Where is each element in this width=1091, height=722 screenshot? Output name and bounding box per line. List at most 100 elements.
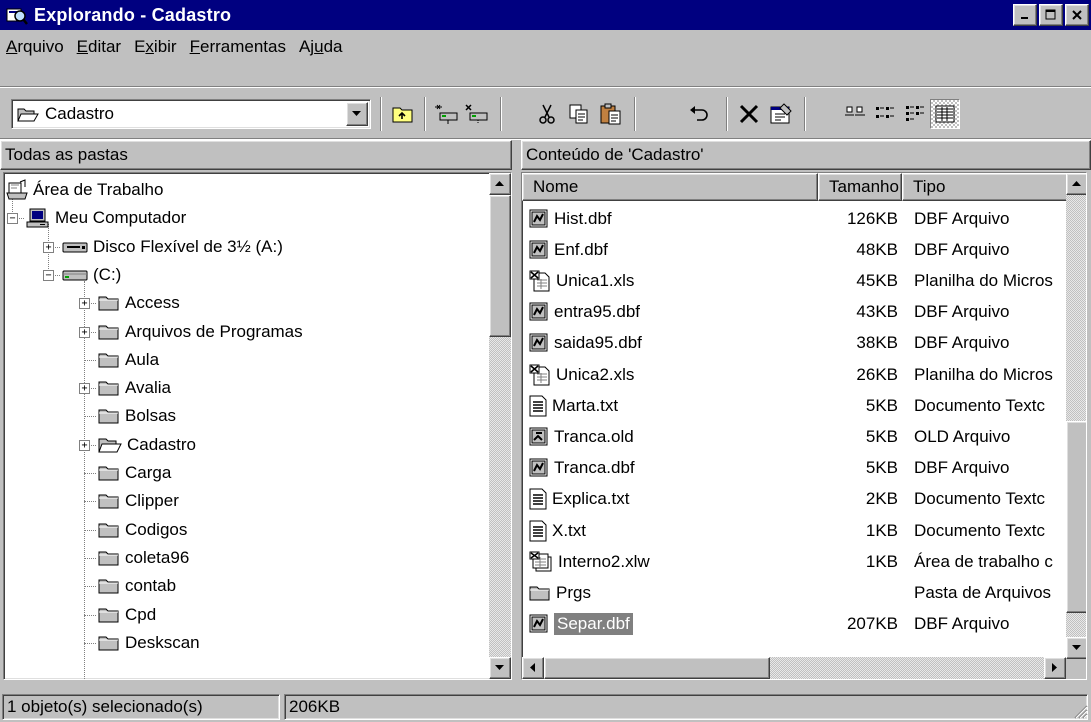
file-row[interactable]: Unica1.xls 45KB Planilha do Micros bbox=[522, 265, 1066, 296]
expand-icon[interactable]: + bbox=[43, 241, 54, 253]
tree-item[interactable]: Carga bbox=[98, 459, 171, 487]
tree-scroll-up-button[interactable] bbox=[489, 173, 511, 195]
column-header-name[interactable]: Nome bbox=[522, 173, 818, 201]
collapse-icon[interactable]: − bbox=[7, 213, 18, 225]
tree-item[interactable]: Cadastro bbox=[98, 431, 196, 459]
column-header-size[interactable]: Tamanho bbox=[818, 173, 902, 201]
menu-item-arquivo[interactable]: Arquivo bbox=[6, 37, 64, 57]
tree-item[interactable]: coleta96 bbox=[98, 544, 189, 572]
tree-item[interactable]: Área de Trabalho bbox=[6, 176, 163, 204]
tree-item-label: Disco Flexível de 3½ (A:) bbox=[93, 236, 283, 256]
folder-tree-pane[interactable]: Área de Trabalho Meu Computador − Disco Fle… bbox=[3, 172, 512, 680]
file-row[interactable]: Explica.txt 2KB Documento Textc bbox=[522, 484, 1066, 515]
address-combo[interactable]: Cadastro bbox=[11, 99, 371, 129]
title-bar[interactable]: Explorando - Cadastro bbox=[0, 0, 1091, 30]
tree-item[interactable]: Arquivos de Programas bbox=[98, 318, 303, 346]
close-button[interactable] bbox=[1065, 4, 1089, 26]
menu-item-exibir[interactable]: Exibir bbox=[134, 37, 177, 57]
expand-icon[interactable]: + bbox=[79, 326, 90, 338]
menu-item-editar[interactable]: Editar bbox=[77, 37, 121, 57]
tree-vertical-scrollbar[interactable] bbox=[489, 173, 511, 679]
list-hscroll-thumb[interactable] bbox=[544, 657, 770, 679]
list-scroll-right-button[interactable] bbox=[1044, 657, 1066, 679]
delete-x-icon bbox=[739, 104, 759, 124]
file-row[interactable]: Tranca.dbf 5KB DBF Arquivo bbox=[522, 453, 1066, 484]
tree-item[interactable]: Cpd bbox=[98, 601, 156, 629]
file-row[interactable]: entra95.dbf 43KB DBF Arquivo bbox=[522, 297, 1066, 328]
copy-button[interactable] bbox=[564, 99, 594, 129]
tree-item[interactable]: Avalia bbox=[98, 374, 171, 402]
file-row[interactable]: Interno2.xlw 1KB Área de trabalho c bbox=[522, 546, 1066, 577]
toolbar-separator bbox=[424, 97, 426, 131]
menu-item-ferramentas[interactable]: Ferramentas bbox=[190, 37, 286, 57]
list-vertical-scrollbar[interactable] bbox=[1066, 173, 1086, 659]
maximize-button[interactable] bbox=[1039, 4, 1063, 26]
minimize-button[interactable] bbox=[1013, 4, 1037, 26]
tree-item[interactable]: Clipper bbox=[98, 487, 179, 515]
small-icons-icon bbox=[876, 107, 894, 118]
file-row[interactable]: Hist.dbf 126KB DBF Arquivo bbox=[522, 203, 1066, 234]
file-row[interactable]: Tranca.old 5KB OLD Arquivo bbox=[522, 421, 1066, 452]
large-icons-button[interactable] bbox=[840, 99, 870, 129]
file-size: 45KB bbox=[856, 270, 898, 290]
open-folder-icon bbox=[17, 108, 39, 122]
disconnect-drive-button[interactable] bbox=[462, 99, 492, 129]
resize-grip-icon[interactable] bbox=[1072, 703, 1088, 719]
hard-drive-icon bbox=[62, 267, 88, 283]
tree-item[interactable]: Access bbox=[98, 289, 180, 317]
tree-item-label: Deskscan bbox=[125, 632, 200, 652]
list-scroll-up-button[interactable] bbox=[1066, 173, 1086, 195]
collapse-icon[interactable]: − bbox=[43, 269, 54, 281]
file-row-selected[interactable]: Separ.dbf 207KB DBF Arquivo bbox=[522, 609, 1066, 640]
small-icons-button[interactable] bbox=[870, 99, 900, 129]
toolbar-separator bbox=[500, 97, 502, 131]
file-row[interactable]: Marta.txt 5KB Documento Textc bbox=[522, 390, 1066, 421]
up-one-level-button[interactable] bbox=[388, 99, 418, 129]
tree-item[interactable]: Deskscan bbox=[98, 629, 200, 657]
file-row[interactable]: saida95.dbf 38KB DBF Arquivo bbox=[522, 328, 1066, 359]
tree-connector bbox=[84, 416, 96, 418]
menu-item-ajuda[interactable]: Ajuda bbox=[299, 37, 343, 57]
cut-button[interactable] bbox=[532, 99, 562, 129]
address-dropdown-button[interactable] bbox=[346, 102, 368, 126]
file-row[interactable]: Prgs Pasta de Arquivos bbox=[522, 577, 1066, 608]
list-scroll-thumb[interactable] bbox=[1066, 421, 1086, 613]
properties-button[interactable] bbox=[766, 99, 796, 129]
list-scroll-left-button[interactable] bbox=[522, 657, 544, 679]
up-folder-icon bbox=[392, 107, 413, 123]
tree-item[interactable]: Aula bbox=[98, 346, 159, 374]
tree-item[interactable]: Meu Computador bbox=[26, 204, 186, 232]
list-view-button[interactable] bbox=[900, 99, 930, 129]
paste-button[interactable] bbox=[596, 99, 626, 129]
tree-item[interactable]: Bolsas bbox=[98, 402, 176, 430]
details-view-button[interactable] bbox=[930, 99, 960, 129]
contents-label: Conteúdo de 'Cadastro' bbox=[526, 145, 704, 164]
file-type: Documento Textc bbox=[914, 520, 1046, 540]
tree-scroll-thumb[interactable] bbox=[489, 195, 511, 337]
expand-icon[interactable]: + bbox=[79, 298, 90, 310]
expand-icon[interactable]: + bbox=[79, 383, 90, 395]
arrow-right-icon bbox=[1052, 663, 1057, 672]
copy-icon bbox=[569, 104, 588, 124]
tree-item[interactable]: Codigos bbox=[98, 516, 187, 544]
tree-scroll-down-button[interactable] bbox=[489, 657, 511, 679]
file-list-pane[interactable]: Nome Tamanho Tipo Hist.dbf 126KB DBF Arqui… bbox=[521, 172, 1087, 680]
window-title: Explorando - Cadastro bbox=[34, 4, 232, 25]
file-row[interactable]: Enf.dbf 48KB DBF Arquivo bbox=[522, 234, 1066, 265]
list-horizontal-scrollbar[interactable] bbox=[522, 657, 1066, 679]
tree-item[interactable]: contab bbox=[98, 572, 176, 600]
map-network-drive-button[interactable] bbox=[432, 99, 462, 129]
undo-button[interactable] bbox=[684, 99, 714, 129]
file-name-cell: Hist.dbf bbox=[529, 209, 612, 229]
expand-icon[interactable]: + bbox=[79, 439, 90, 451]
column-header-type[interactable]: Tipo bbox=[902, 173, 1068, 201]
folder-icon bbox=[98, 464, 120, 482]
explorer-icon bbox=[6, 8, 28, 25]
file-name: Prgs bbox=[556, 582, 591, 602]
delete-button[interactable] bbox=[734, 99, 764, 129]
list-scroll-down-button[interactable] bbox=[1066, 637, 1086, 659]
tree-item[interactable]: (C:) bbox=[62, 261, 121, 289]
file-row[interactable]: X.txt 1KB Documento Textc bbox=[522, 515, 1066, 546]
tree-item[interactable]: Disco Flexível de 3½ (A:) bbox=[62, 233, 283, 261]
file-row[interactable]: Unica2.xls 26KB Planilha do Micros bbox=[522, 359, 1066, 390]
